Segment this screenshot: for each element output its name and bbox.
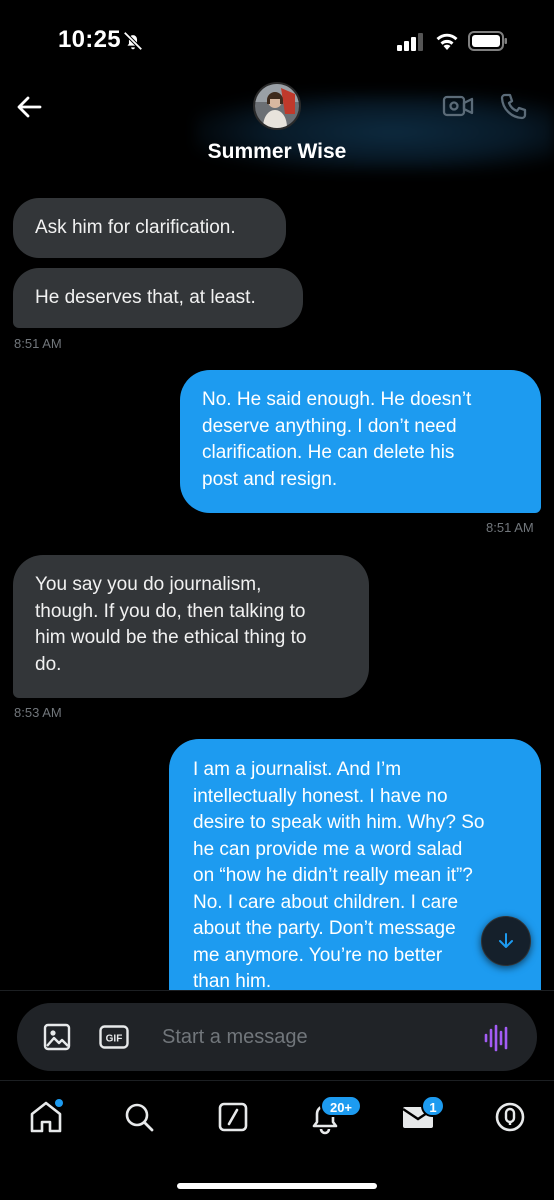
message-line: me anymore. You’re no better (193, 944, 443, 966)
message-line: he can provide me a word salad (193, 838, 463, 860)
message-timestamp: 8:51 AM (14, 336, 62, 351)
home-indicator[interactable] (177, 1183, 377, 1189)
phone-call-icon[interactable] (500, 92, 528, 120)
notifications-badge: 20+ (320, 1095, 362, 1117)
message-line: He deserves that, at least. (35, 287, 256, 308)
received-message-bubble[interactable]: Ask him for clarification. (13, 198, 286, 258)
message-line: on “how he didn’t really mean it”? (193, 865, 473, 886)
messages-badge: 1 (421, 1095, 445, 1117)
grok-icon[interactable] (213, 1097, 253, 1137)
message-line: post and resign. (202, 468, 338, 490)
received-message-bubble[interactable]: You say you do journalism, though. If yo… (13, 555, 369, 698)
bottom-tab-bar: 20+ 1 (0, 1080, 554, 1200)
message-line: deserve anything. I don’t need (202, 415, 457, 437)
image-media-icon[interactable] (43, 1023, 71, 1051)
message-line: No. I care about children. I care (193, 891, 459, 913)
message-line: clarification. He can delete his (202, 442, 455, 463)
message-list[interactable]: Ask him for clarification. He deserves t… (0, 178, 554, 990)
search-icon[interactable] (119, 1097, 159, 1137)
message-composer: GIF (17, 1003, 537, 1071)
message-line: than him. (193, 971, 272, 990)
message-timestamp: 8:53 AM (14, 705, 62, 720)
video-call-icon[interactable] (442, 93, 474, 119)
message-timestamp: 8:51 AM (486, 520, 534, 535)
back-arrow-icon[interactable] (14, 92, 44, 122)
scroll-to-bottom-button[interactable] (481, 916, 531, 966)
message-line: No. He said enough. He doesn’t (202, 389, 472, 410)
gif-label: GIF (106, 1034, 123, 1045)
cellular-signal-icon (397, 33, 423, 51)
message-line: You say you do journalism, (35, 574, 262, 595)
status-time: 10:25 (58, 26, 121, 53)
spaces-icon[interactable] (490, 1097, 530, 1137)
contact-name[interactable]: Summer Wise (0, 140, 554, 164)
sent-message-bubble[interactable]: No. He said enough. He doesn’t deserve a… (180, 370, 541, 513)
message-line: I am a journalist. And I’m (193, 759, 402, 780)
message-line: Ask him for clarification. (35, 217, 236, 238)
contact-avatar[interactable] (253, 82, 301, 130)
arrow-down-icon (499, 933, 513, 948)
home-icon[interactable] (26, 1097, 66, 1137)
composer-area: GIF (0, 990, 554, 1080)
message-line: intellectually honest. I have no (193, 785, 448, 807)
message-line: though. If you do, then talking to (35, 600, 306, 622)
message-input[interactable] (162, 1022, 462, 1052)
message-line: do. (35, 653, 62, 675)
gif-icon[interactable]: GIF (99, 1025, 129, 1049)
wifi-icon (436, 33, 458, 50)
message-line: desire to speak with him. Why? So (193, 812, 485, 833)
status-bar: 10:25 (0, 0, 554, 80)
voice-message-icon[interactable] (483, 1024, 511, 1052)
message-line: him would be the ethical thing to (35, 627, 307, 648)
bell-off-icon (123, 31, 143, 51)
message-line: about the party. Don’t message (193, 918, 456, 939)
conversation-header: Summer Wise (0, 80, 554, 178)
received-message-bubble[interactable]: He deserves that, at least. (13, 268, 303, 328)
battery-icon (468, 31, 507, 51)
